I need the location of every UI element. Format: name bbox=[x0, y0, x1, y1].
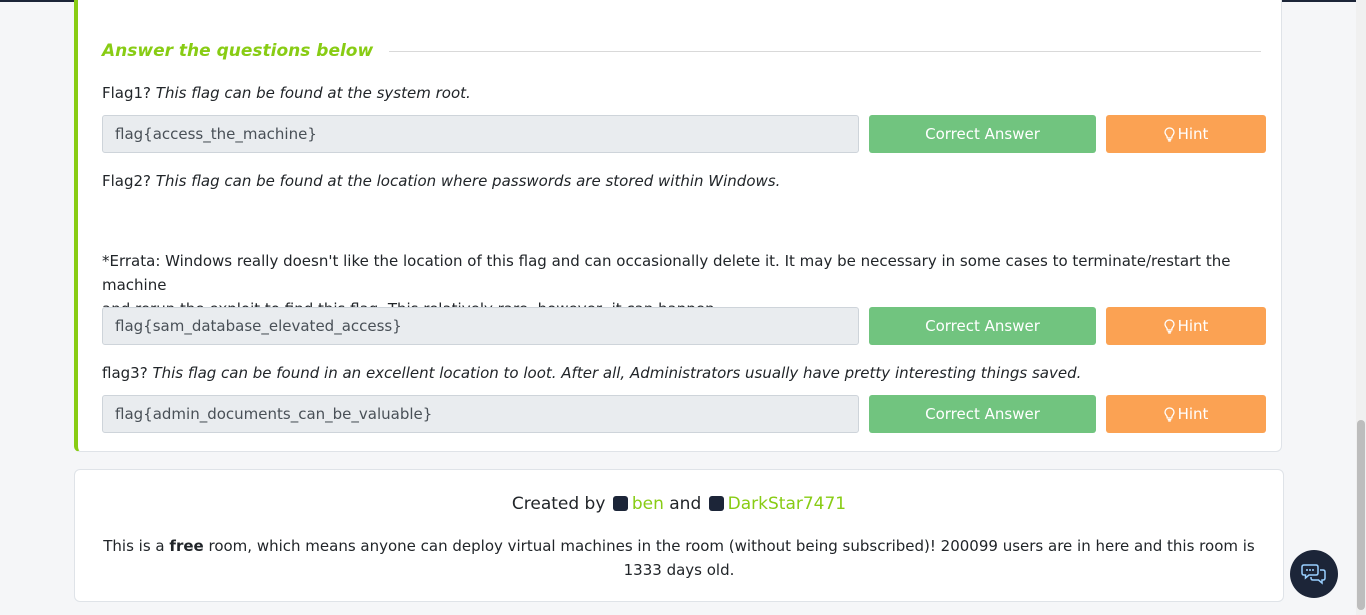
scrollbar-thumb[interactable] bbox=[1357, 420, 1365, 610]
created-by-label: Created by bbox=[511, 494, 606, 514]
lightbulb-icon bbox=[1163, 407, 1175, 422]
question-1-prompt: This flag can be found at the system roo… bbox=[155, 84, 471, 102]
free-room-notice: This is a free room, which means anyone … bbox=[99, 534, 1259, 582]
room-info-card: Created by ben and DarkStar7471 This is … bbox=[74, 469, 1284, 602]
correct-answer-button-2[interactable]: Correct Answer bbox=[869, 307, 1096, 345]
question-2-number: Flag2? bbox=[102, 172, 152, 190]
free-prefix: This is a bbox=[103, 537, 165, 555]
answer-input-2[interactable]: flag{sam_database_elevated_access} bbox=[102, 307, 859, 345]
question-2-text: Flag2? This flag can be found at the loc… bbox=[102, 169, 780, 193]
chat-support-button[interactable] bbox=[1290, 550, 1338, 598]
question-3-number: flag3? bbox=[102, 364, 148, 382]
creator-2-link[interactable]: DarkStar7471 bbox=[728, 494, 846, 514]
hint-button-1[interactable]: Hint bbox=[1106, 115, 1266, 153]
free-word: free bbox=[169, 537, 204, 555]
hint-label-1: Hint bbox=[1177, 125, 1209, 143]
creator-2-avatar bbox=[708, 496, 724, 511]
header-divider bbox=[389, 50, 1261, 52]
lightbulb-icon bbox=[1163, 127, 1175, 142]
and-label: and bbox=[669, 494, 702, 514]
answer-input-3[interactable]: flag{admin_documents_can_be_valuable} bbox=[102, 395, 859, 433]
correct-answer-button-3[interactable]: Correct Answer bbox=[869, 395, 1096, 433]
errata-line-1: *Errata: Windows really doesn't like the… bbox=[102, 252, 1231, 294]
free-suffix: room, which means anyone can deploy virt… bbox=[208, 537, 1255, 579]
lightbulb-icon bbox=[1163, 319, 1175, 334]
answer-section-title: Answer the questions below bbox=[102, 41, 374, 61]
question-1-text: Flag1? This flag can be found at the sys… bbox=[102, 81, 471, 105]
question-3-text: flag3? This flag can be found in an exce… bbox=[102, 361, 1081, 385]
question-2-prompt: This flag can be found at the location w… bbox=[155, 172, 781, 190]
creators-line: Created by ben and DarkStar7471 bbox=[75, 492, 1283, 516]
hint-button-2[interactable]: Hint bbox=[1106, 307, 1266, 345]
question-3-prompt: This flag can be found in an excellent l… bbox=[152, 364, 1082, 382]
answer-section-header: Answer the questions below bbox=[102, 39, 1261, 63]
task-card: Answer the questions below Flag1? This f… bbox=[74, 0, 1282, 452]
question-1-number: Flag1? bbox=[102, 84, 152, 102]
creator-1-link[interactable]: ben bbox=[632, 494, 664, 514]
hint-label-3: Hint bbox=[1177, 405, 1209, 423]
correct-answer-button-1[interactable]: Correct Answer bbox=[869, 115, 1096, 153]
hint-button-3[interactable]: Hint bbox=[1106, 395, 1266, 433]
chat-bubbles-icon bbox=[1301, 564, 1326, 585]
creator-1-avatar bbox=[612, 496, 628, 511]
answer-input-1[interactable]: flag{access_the_machine} bbox=[102, 115, 859, 153]
hint-label-2: Hint bbox=[1177, 317, 1209, 335]
